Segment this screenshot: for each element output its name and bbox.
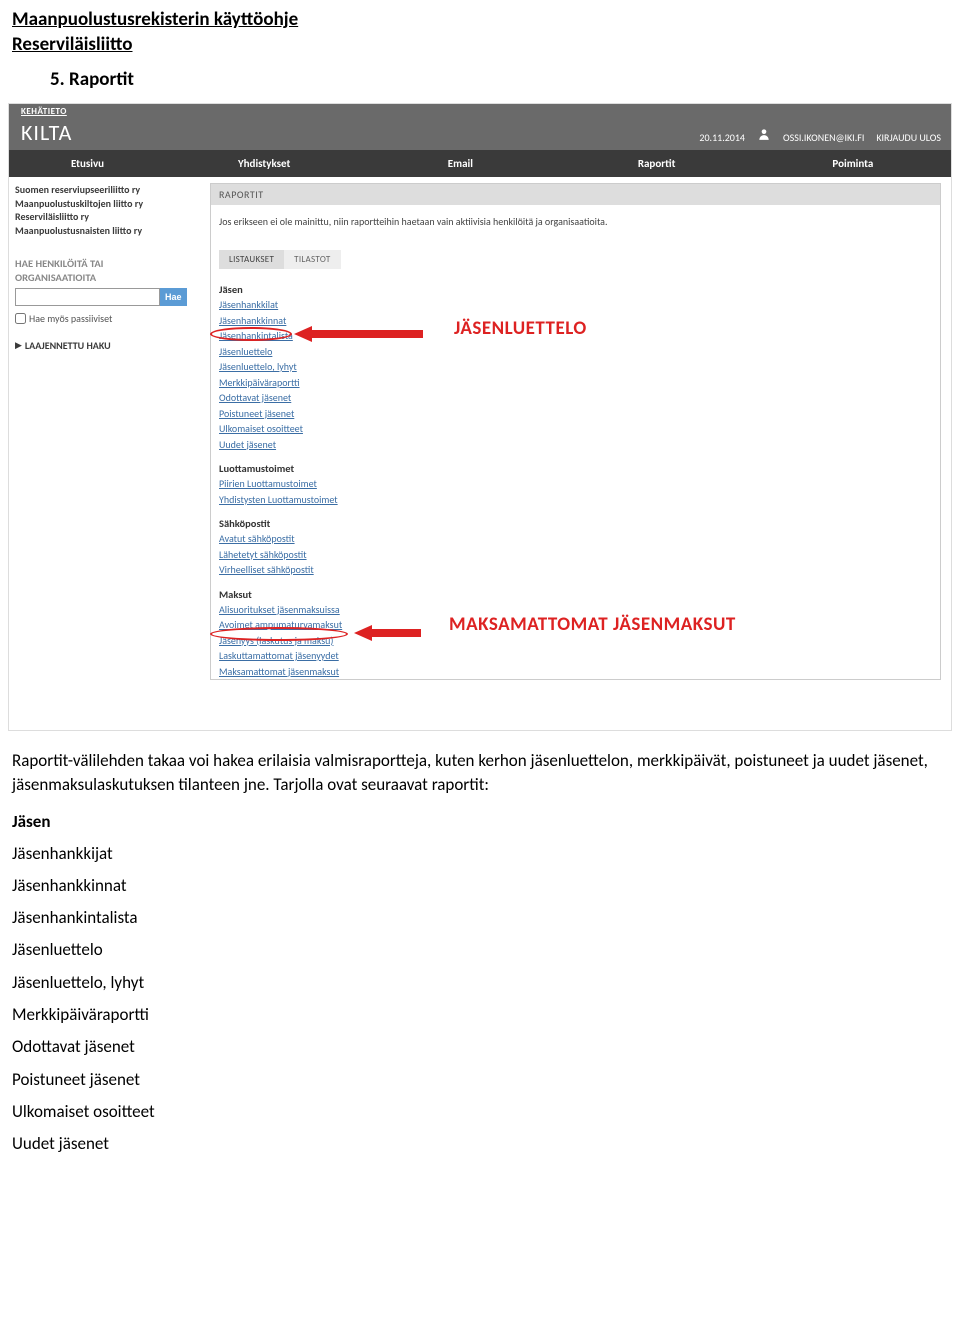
list-heading-maksut: Maksut — [219, 588, 932, 601]
annotation-oval-1 — [210, 327, 292, 341]
panel-desc: Jos erikseen ei ole mainittu, niin rapor… — [211, 205, 940, 242]
report-item: Uudet jäsenet — [12, 1128, 948, 1160]
header-right: 20.11.2014 OSSI.IKONEN@IKI.FI KIRJAUDU U… — [699, 127, 951, 150]
report-list-title: Jäsen — [12, 811, 948, 832]
list-heading-luottamus: Luottamustoimet — [219, 462, 932, 475]
tab-tilastot[interactable]: TILASTOT — [284, 250, 340, 269]
body-paragraph: Raportit-välilehden takaa voi hakea eril… — [12, 749, 948, 797]
nav-yhdistykset[interactable]: Yhdistykset — [166, 150, 362, 177]
report-item: Merkkipäiväraportti — [12, 999, 948, 1031]
link-odottavat[interactable]: Odottavat jäsenet — [219, 390, 291, 406]
link-laskuttamattomat[interactable]: Laskuttamattomat jäsenyydet — [219, 648, 339, 664]
annotation-oval-2 — [210, 627, 348, 641]
doc-title: Maanpuolustusrekisterin käyttöohje — [12, 8, 960, 31]
link-jasenluettelo[interactable]: Jäsenluettelo — [219, 344, 272, 360]
org-list: Suomen reserviupseeriliitto ry Maanpuolu… — [15, 183, 196, 237]
arrow-right-icon: ▶ — [15, 340, 22, 351]
report-item: Ulkomaiset osoitteet — [12, 1096, 948, 1128]
report-item: Jäsenhankkijat — [12, 838, 948, 870]
app-logo: KILTA — [9, 119, 699, 150]
search-row: Hae — [15, 288, 196, 306]
doc-subtitle: Reserviläisliitto — [12, 33, 960, 56]
search-title: HAE HENKILÖITÄ TAI ORGANISAATIOITA — [15, 257, 196, 284]
link-maksamattomat[interactable]: Maksamattomat jäsenmaksut — [219, 664, 339, 680]
link-jasenluettelo-lyhyt[interactable]: Jäsenluettelo, lyhyt — [219, 359, 297, 375]
panel-box: RAPORTIT Jos erikseen ei ole mainittu, n… — [210, 183, 941, 680]
link-lahetetyt-sp[interactable]: Lähetetyt sähköpostit — [219, 547, 307, 563]
report-item: Jäsenhankintalista — [12, 902, 948, 934]
advanced-search[interactable]: ▶ LAAJENNETTU HAKU — [15, 339, 196, 352]
section-heading: 5. Raportit — [50, 68, 960, 91]
report-item: Poistuneet jäsenet — [12, 1064, 948, 1096]
passive-checkbox[interactable] — [15, 313, 26, 324]
annotation-arrow-1 — [294, 323, 424, 345]
passive-label: Hae myös passiiviset — [29, 312, 112, 325]
search-input[interactable] — [15, 288, 160, 306]
nav-etusivu[interactable]: Etusivu — [9, 150, 166, 177]
tabs: LISTAUKSET TILASTOT — [219, 250, 932, 269]
nav-raportit[interactable]: Raportit — [559, 150, 755, 177]
main-panel: RAPORTIT Jos erikseen ei ole mainittu, n… — [204, 177, 951, 730]
advanced-search-label: LAAJENNETTU HAKU — [25, 339, 111, 352]
nav-poiminta[interactable]: Poiminta — [755, 150, 951, 177]
org-item[interactable]: Maanpuolustuskiltojen liitto ry — [15, 197, 196, 211]
app-body: Suomen reserviupseeriliitto ry Maanpuolu… — [9, 177, 951, 730]
link-ulkomaiset[interactable]: Ulkomaiset osoitteet — [219, 421, 303, 437]
report-list: Jäsenhankkijat Jäsenhankkinnat Jäsenhank… — [12, 838, 948, 1161]
user-icon — [757, 127, 771, 144]
link-uudet[interactable]: Uudet jäsenet — [219, 437, 276, 453]
link-virheelliset-sp[interactable]: Virheelliset sähköpostit — [219, 562, 314, 578]
link-avatut-sp[interactable]: Avatut sähköpostit — [219, 531, 295, 547]
link-jasenhankkinnat[interactable]: Jäsenhankkinnat — [219, 313, 286, 329]
report-item: Odottavat jäsenet — [12, 1031, 948, 1063]
link-merkkipaiva[interactable]: Merkkipäiväraportti — [219, 375, 300, 391]
list-heading-sahkopostit: Sähköpostit — [219, 517, 932, 530]
annotation-text-1: JÄSENLUETTELO — [454, 317, 587, 340]
org-item[interactable]: Suomen reserviupseeriliitto ry — [15, 183, 196, 197]
org-item[interactable]: Maanpuolustusnaisten liitto ry — [15, 224, 196, 238]
link-jasenhankkilat[interactable]: Jäsenhankkilat — [219, 297, 278, 313]
annotation-arrow-2 — [354, 622, 422, 644]
app-screenshot: KEHÄTIETO KILTA 20.11.2014 OSSI.IKONEN@I… — [8, 103, 952, 731]
report-item: Jäsenhankkinnat — [12, 870, 948, 902]
passive-checkbox-row[interactable]: Hae myös passiiviset — [15, 312, 196, 325]
main-nav: Etusivu Yhdistykset Email Raportit Poimi… — [9, 150, 951, 177]
header-date: 20.11.2014 — [699, 131, 745, 144]
org-item[interactable]: Reserviläisliitto ry — [15, 210, 196, 224]
report-item: Jäsenluettelo, lyhyt — [12, 967, 948, 999]
nav-email[interactable]: Email — [362, 150, 558, 177]
panel-header: RAPORTIT — [211, 184, 940, 205]
logout-link[interactable]: KIRJAUDU ULOS — [876, 131, 941, 144]
link-yhdistysten-luottamus[interactable]: Yhdistysten Luottamustoimet — [219, 492, 338, 508]
tab-listaukset[interactable]: LISTAUKSET — [219, 250, 284, 269]
list-heading-jasen: Jäsen — [219, 283, 932, 296]
search-button[interactable]: Hae — [160, 288, 187, 306]
link-poistuneet[interactable]: Poistuneet jäsenet — [219, 406, 294, 422]
kehatieto-label: KEHÄTIETO — [21, 106, 67, 117]
header-user: OSSI.IKONEN@IKI.FI — [783, 131, 864, 144]
app-header: KEHÄTIETO KILTA 20.11.2014 OSSI.IKONEN@I… — [9, 104, 951, 150]
sidebar: Suomen reserviupseeriliitto ry Maanpuolu… — [9, 177, 204, 730]
report-item: Jäsenluettelo — [12, 934, 948, 966]
link-piirien-luottamus[interactable]: Piirien Luottamustoimet — [219, 476, 317, 492]
link-alisuoritukset[interactable]: Alisuoritukset jäsenmaksuissa — [219, 602, 340, 618]
annotation-text-2: MAKSAMATTOMAT JÄSENMAKSUT — [449, 613, 736, 636]
